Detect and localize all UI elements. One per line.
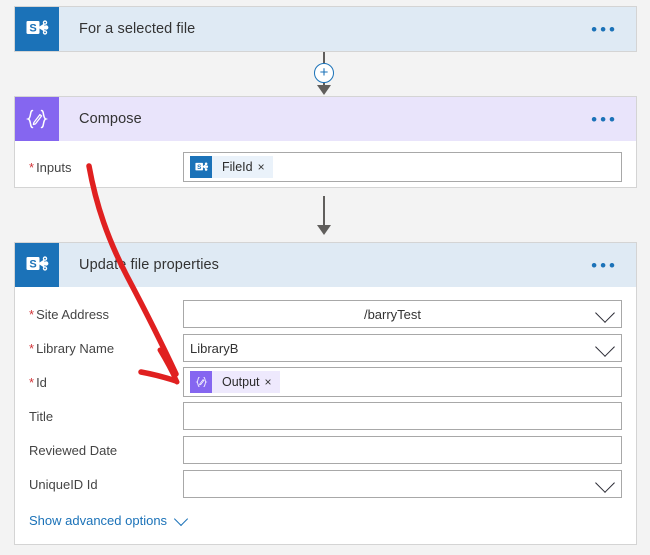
compose-icon: [15, 97, 59, 141]
field-label-uniqueid-id: UniqueID Id: [29, 476, 98, 492]
token-chip-fileid[interactable]: S FileId ×: [190, 156, 273, 178]
site-address-value: /barryTest: [363, 306, 422, 322]
field-row-uniqueid-id: UniqueID Id: [29, 467, 622, 501]
library-name-dropdown[interactable]: LibraryB: [183, 334, 622, 362]
update-card-title: Update file properties: [79, 257, 220, 273]
compose-card[interactable]: Compose ••• * Inputs S FileId ×: [14, 96, 637, 188]
required-asterisk: *: [29, 374, 35, 390]
trigger-card-header[interactable]: S For a selected file •••: [15, 7, 636, 51]
svg-text:S: S: [29, 22, 36, 34]
connector-line-upper: [323, 52, 325, 63]
id-field[interactable]: Output ×: [183, 367, 622, 397]
sharepoint-icon: S: [15, 7, 59, 51]
trigger-card-menu-button[interactable]: •••: [581, 21, 636, 38]
connector-trigger-to-compose: +: [302, 52, 346, 95]
update-card-body: * Site Address /barryTest * Library Name L…: [15, 287, 636, 544]
field-row-title: Title: [29, 399, 622, 433]
field-row-id: * Id Output ×: [29, 365, 622, 399]
update-card-menu-button[interactable]: •••: [581, 257, 636, 274]
required-asterisk: *: [29, 340, 35, 356]
sharepoint-icon: S: [15, 243, 59, 287]
connector-arrowhead: [317, 225, 331, 235]
inputs-field[interactable]: S FileId ×: [183, 152, 622, 182]
field-label-inputs: * Inputs: [29, 159, 72, 175]
reviewed-date-input[interactable]: [183, 436, 622, 464]
token-chip-label: Output: [222, 375, 260, 389]
field-row-inputs: * Inputs S FileId ×: [29, 150, 622, 184]
required-asterisk: *: [29, 306, 35, 322]
field-row-site-address: * Site Address /barryTest: [29, 297, 622, 331]
connector-compose-to-update: [302, 196, 346, 240]
sharepoint-icon: S: [190, 156, 212, 178]
chevron-down-icon[interactable]: [595, 337, 615, 357]
field-label-library-name: * Library Name: [29, 340, 115, 356]
token-chip-output[interactable]: Output ×: [190, 371, 280, 393]
field-label-site-address: * Site Address: [29, 306, 110, 322]
library-name-value: LibraryB: [190, 340, 239, 356]
field-label-reviewed-date: Reviewed Date: [29, 442, 118, 458]
close-icon[interactable]: ×: [258, 161, 273, 173]
update-file-properties-card[interactable]: S Update file properties ••• * Site Addre…: [14, 242, 637, 545]
trigger-card-title: For a selected file: [79, 21, 196, 37]
svg-text:S: S: [29, 258, 36, 270]
uniqueid-id-dropdown[interactable]: [183, 470, 622, 498]
compose-card-header[interactable]: Compose •••: [15, 97, 636, 141]
trigger-card[interactable]: S For a selected file •••: [14, 6, 637, 52]
connector-line: [323, 196, 325, 227]
add-action-button[interactable]: +: [314, 63, 334, 83]
field-row-library-name: * Library Name LibraryB: [29, 331, 622, 365]
show-advanced-options-label: Show advanced options: [29, 513, 168, 528]
compose-card-menu-button[interactable]: •••: [581, 111, 636, 128]
svg-text:S: S: [197, 163, 201, 170]
flow-designer-canvas: S For a selected file ••• + Compose ••• …: [0, 0, 650, 555]
compose-icon: [190, 371, 212, 393]
field-label-id: * Id: [29, 374, 47, 390]
field-row-reviewed-date: Reviewed Date: [29, 433, 622, 467]
required-asterisk: *: [29, 159, 35, 175]
field-label-title: Title: [29, 408, 54, 424]
chevron-down-icon[interactable]: [595, 473, 615, 493]
compose-card-title: Compose: [79, 111, 142, 127]
chevron-down-icon: [173, 511, 189, 527]
site-address-dropdown[interactable]: /barryTest: [183, 300, 622, 328]
compose-card-body: * Inputs S FileId ×: [15, 141, 636, 194]
connector-arrowhead: [317, 85, 331, 95]
title-input[interactable]: [183, 402, 622, 430]
update-card-header[interactable]: S Update file properties •••: [15, 243, 636, 287]
show-advanced-options-link[interactable]: Show advanced options: [29, 511, 189, 528]
token-chip-label: FileId: [222, 160, 253, 174]
close-icon[interactable]: ×: [265, 376, 280, 388]
